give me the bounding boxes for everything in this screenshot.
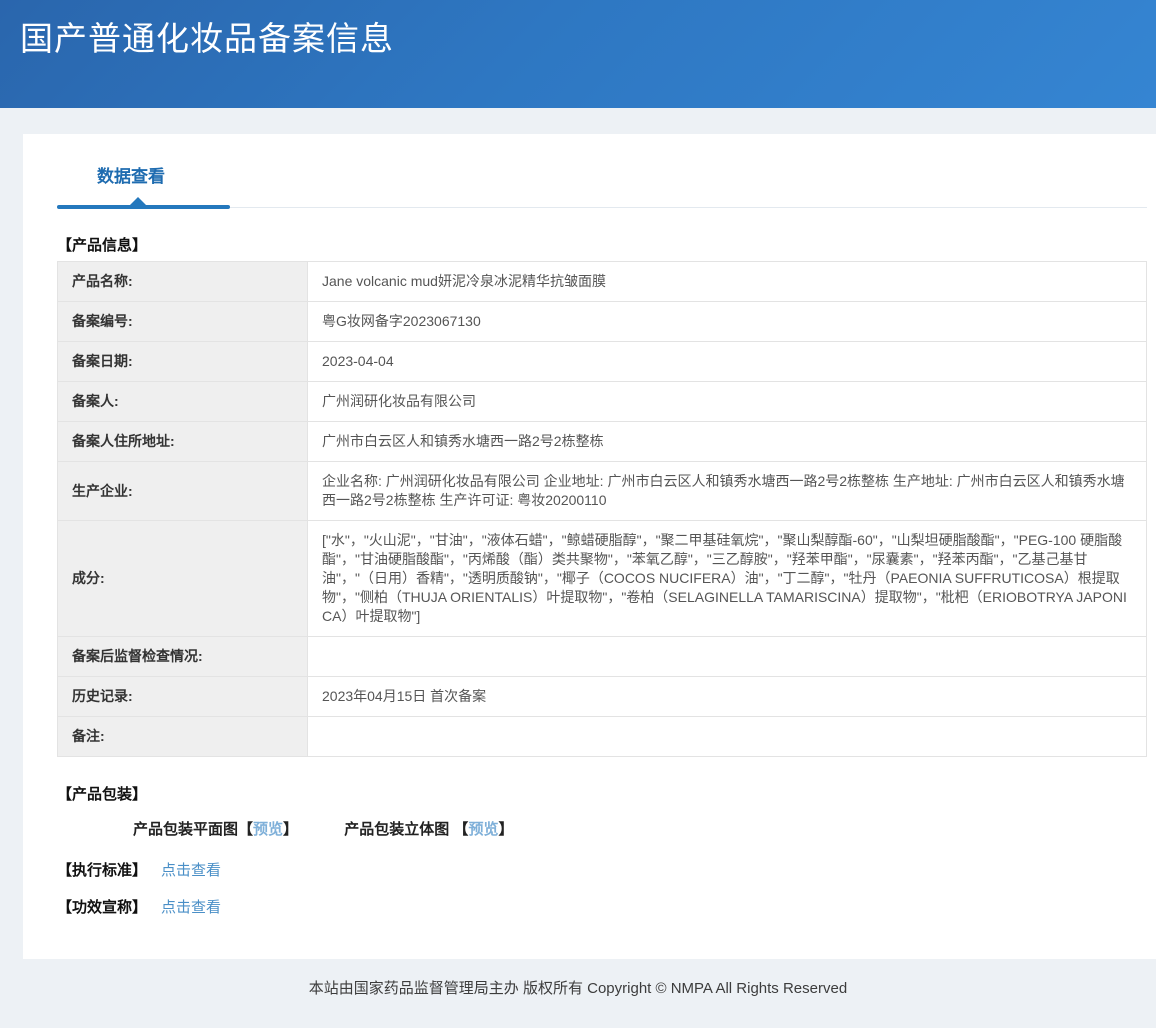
packaging-stereo-label: 产品包装立体图 (344, 821, 449, 838)
execution-standard-row: 【执行标准】点击查看 (57, 859, 1147, 880)
content-card: 数据查看 【产品信息】 产品名称: Jane volcanic mud妍泥冷泉冰… (23, 134, 1156, 959)
section-heading-product-packaging: 【产品包装】 (57, 783, 1147, 804)
row-value (308, 637, 1147, 677)
row-value (308, 717, 1147, 757)
section-heading-efficacy-claim: 【功效宣称】 (57, 899, 147, 916)
row-label: 产品名称: (58, 262, 308, 302)
efficacy-claim-view-link[interactable]: 点击查看 (161, 899, 221, 916)
table-row: 备注: (58, 717, 1147, 757)
row-label: 成分: (58, 521, 308, 637)
packaging-stereo-group: 产品包装立体图 【预览】 (344, 818, 513, 839)
table-row: 生产企业: 企业名称: 广州润研化妆品有限公司 企业地址: 广州市白云区人和镇秀… (58, 462, 1147, 521)
row-value: 广州润研化妆品有限公司 (308, 382, 1147, 422)
row-label: 备注: (58, 717, 308, 757)
section-heading-product-info: 【产品信息】 (57, 234, 1147, 255)
table-row: 成分: ["水"，"火山泥"，"甘油"，"液体石蜡"，"鲸蜡硬脂醇"，"聚二甲基… (58, 521, 1147, 637)
table-row: 产品名称: Jane volcanic mud妍泥冷泉冰泥精华抗皱面膜 (58, 262, 1147, 302)
row-label: 备案后监督检查情况: (58, 637, 308, 677)
tab-data-view[interactable]: 数据查看 (97, 162, 165, 187)
section-heading-execution-standard: 【执行标准】 (57, 862, 147, 879)
bracket-open: 【 (453, 821, 468, 838)
row-value: 企业名称: 广州润研化妆品有限公司 企业地址: 广州市白云区人和镇秀水塘西一路2… (308, 462, 1147, 521)
row-value: 2023-04-04 (308, 342, 1147, 382)
packaging-flat-label: 产品包装平面图 (133, 821, 238, 838)
execution-standard-view-link[interactable]: 点击查看 (161, 862, 221, 879)
row-label: 备案人住所地址: (58, 422, 308, 462)
page-footer: 本站由国家药品监督管理局主办 版权所有 Copyright © NMPA All… (0, 959, 1156, 1028)
row-value: 广州市白云区人和镇秀水塘西一路2号2栋整栋 (308, 422, 1147, 462)
row-value: 粤G妆网备字2023067130 (308, 302, 1147, 342)
row-value: ["水"，"火山泥"，"甘油"，"液体石蜡"，"鲸蜡硬脂醇"，"聚二甲基硅氧烷"… (308, 521, 1147, 637)
efficacy-claim-row: 【功效宣称】点击查看 (57, 896, 1147, 917)
packaging-flat-group: 产品包装平面图【预览】 (133, 818, 298, 839)
table-row: 备案人: 广州润研化妆品有限公司 (58, 382, 1147, 422)
packaging-stereo-preview-link[interactable]: 预览 (468, 821, 498, 838)
footer-text: 本站由国家药品监督管理局主办 版权所有 Copyright © NMPA All… (309, 980, 847, 997)
row-label: 备案编号: (58, 302, 308, 342)
row-value: Jane volcanic mud妍泥冷泉冰泥精华抗皱面膜 (308, 262, 1147, 302)
bracket-close: 】 (498, 821, 513, 838)
packaging-row: 产品包装平面图【预览】 产品包装立体图 【预览】 (133, 818, 1147, 839)
row-value: 2023年04月15日 首次备案 (308, 677, 1147, 717)
table-row: 备案人住所地址: 广州市白云区人和镇秀水塘西一路2号2栋整栋 (58, 422, 1147, 462)
table-row: 历史记录: 2023年04月15日 首次备案 (58, 677, 1147, 717)
row-label: 生产企业: (58, 462, 308, 521)
table-row: 备案编号: 粤G妆网备字2023067130 (58, 302, 1147, 342)
page-header: 国产普通化妆品备案信息 (0, 0, 1156, 108)
row-label: 备案日期: (58, 342, 308, 382)
active-tab-indicator (57, 205, 230, 209)
row-label: 备案人: (58, 382, 308, 422)
table-row: 备案日期: 2023-04-04 (58, 342, 1147, 382)
bracket-close: 】 (283, 821, 298, 838)
row-label: 历史记录: (58, 677, 308, 717)
page-title: 国产普通化妆品备案信息 (20, 12, 1156, 60)
product-info-table: 产品名称: Jane volcanic mud妍泥冷泉冰泥精华抗皱面膜 备案编号… (57, 261, 1147, 757)
table-row: 备案后监督检查情况: (58, 637, 1147, 677)
packaging-flat-preview-link[interactable]: 预览 (253, 821, 283, 838)
tab-bar: 数据查看 (57, 162, 1147, 208)
bracket-open: 【 (238, 821, 253, 838)
